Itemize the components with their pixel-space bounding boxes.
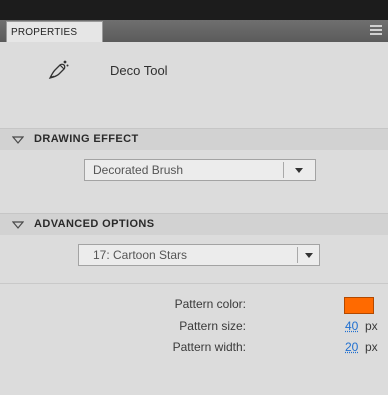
section-title: ADVANCED OPTIONS [34, 218, 155, 230]
pattern-width-value[interactable]: 20 [345, 340, 358, 354]
dropdown-value: 17: Cartoon Stars [93, 248, 188, 262]
properties-panel: PROPERTIES Deco Tool DRAWING EFFECT Deco… [0, 20, 388, 395]
collapse-triangle-icon[interactable] [12, 136, 24, 144]
pattern-size-label: Pattern size: [179, 319, 246, 333]
tool-name: Deco Tool [110, 63, 168, 78]
tool-info: Deco Tool [0, 42, 388, 128]
pattern-size-value[interactable]: 40 [345, 319, 358, 333]
dropdown-separator [297, 247, 298, 263]
drawing-effect-dropdown[interactable]: Decorated Brush [84, 159, 316, 181]
section-drawing-effect[interactable]: DRAWING EFFECT [0, 128, 388, 150]
dropdown-separator [283, 162, 284, 178]
pattern-dropdown[interactable]: 17: Cartoon Stars [78, 244, 320, 266]
section-advanced-options[interactable]: ADVANCED OPTIONS [0, 213, 388, 235]
panel-tab-strip: PROPERTIES [0, 20, 388, 42]
pattern-color-label: Pattern color: [174, 297, 246, 311]
collapse-triangle-icon[interactable] [12, 221, 24, 229]
panel-menu-icon[interactable] [370, 25, 382, 37]
deco-brush-icon [48, 60, 69, 79]
chevron-down-icon [295, 168, 303, 173]
tab-properties[interactable]: PROPERTIES [6, 21, 103, 42]
pattern-color-swatch[interactable] [344, 297, 374, 314]
chevron-down-icon [305, 253, 313, 258]
pattern-width-label: Pattern width: [172, 340, 246, 354]
section-title: DRAWING EFFECT [34, 133, 139, 145]
pattern-size-unit: px [365, 319, 378, 333]
top-bar [0, 0, 388, 20]
pattern-width-unit: px [365, 340, 378, 354]
dropdown-value: Decorated Brush [93, 163, 184, 177]
divider [0, 283, 388, 284]
